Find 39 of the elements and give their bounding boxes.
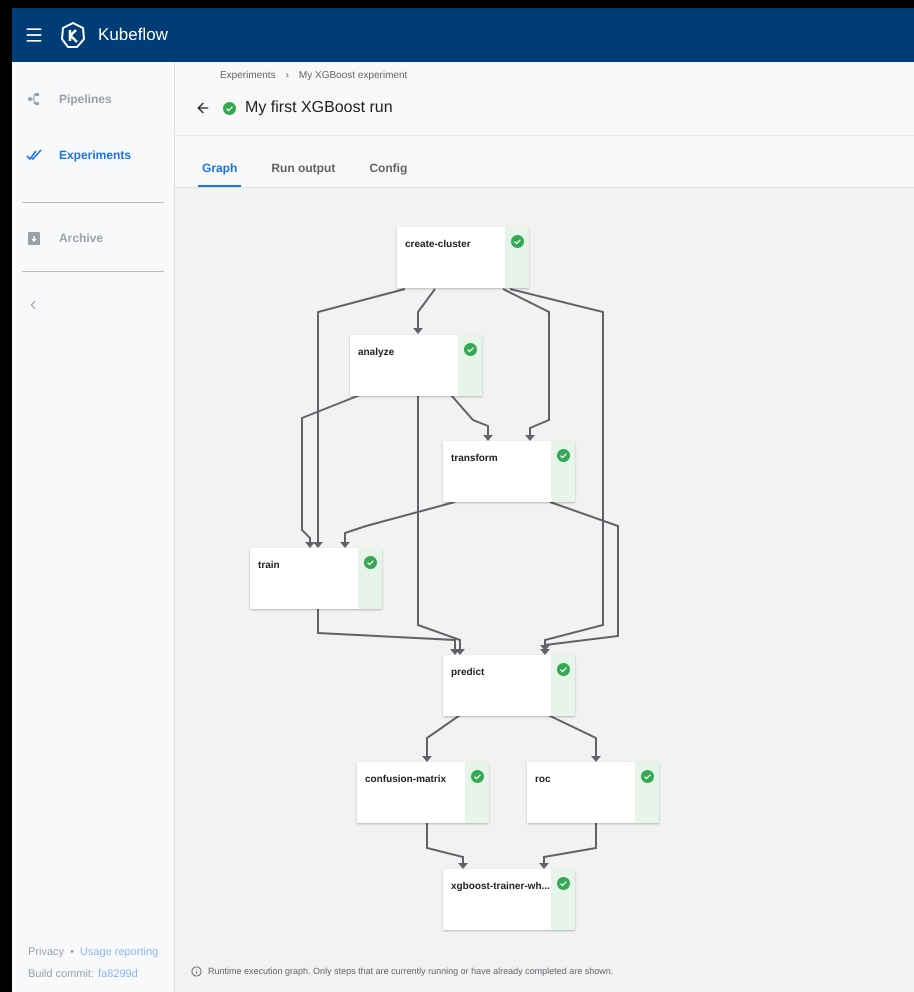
pipeline-node[interactable]: analyze <box>350 335 482 396</box>
tab[interactable]: Run output <box>267 159 340 187</box>
pipeline-node[interactable]: roc <box>527 762 659 823</box>
breadcrumb-link[interactable]: Experiments <box>220 68 276 83</box>
edge-arrow <box>548 714 601 762</box>
edge-arrow <box>413 288 436 334</box>
node-label: predict <box>450 666 486 680</box>
app-title: Kubeflow <box>98 24 168 46</box>
double-check-icon <box>26 149 42 161</box>
pipeline-node[interactable]: predict <box>443 655 575 716</box>
node-label: confusion-matrix <box>364 773 448 787</box>
node-label: transform <box>450 452 499 466</box>
edge-arrow <box>426 822 468 869</box>
node-label: create-cluster <box>404 238 472 252</box>
node-label: roc <box>534 773 552 787</box>
logo-icon <box>60 22 86 48</box>
graph-note: Runtime execution graph. Only steps that are currently running or have already completed are shown. <box>208 964 614 978</box>
nav-item[interactable]: Experiments <box>12 134 174 176</box>
pipeline-node[interactable]: confusion-matrix <box>357 762 489 823</box>
node-label: xgboost-trainer-wh... <box>450 880 551 894</box>
pipeline-node[interactable]: xgboost-trainer-wh... <box>443 869 575 930</box>
breadcrumb-link[interactable]: My XGBoost experiment <box>298 68 408 83</box>
edge-arrow <box>422 714 461 762</box>
pipeline-node[interactable]: train <box>250 548 382 609</box>
separator-dot: • <box>70 945 74 960</box>
run-title: My first XGBoost run <box>245 98 393 118</box>
tab[interactable]: Config <box>365 159 412 187</box>
breadcrumb-separator: › <box>286 69 289 83</box>
nodes-icon <box>27 92 41 106</box>
tab[interactable]: Graph <box>198 159 242 187</box>
node-label: train <box>257 559 281 573</box>
edge-arrow <box>539 822 597 869</box>
back-icon[interactable] <box>195 100 211 116</box>
build-commit-label: Build commit: <box>28 966 94 982</box>
pipeline-node[interactable]: transform <box>443 441 575 502</box>
info-icon <box>191 966 202 977</box>
archive-icon <box>28 232 40 244</box>
node-label: analyze <box>357 346 396 360</box>
pipeline-node[interactable]: create-cluster <box>397 227 529 288</box>
